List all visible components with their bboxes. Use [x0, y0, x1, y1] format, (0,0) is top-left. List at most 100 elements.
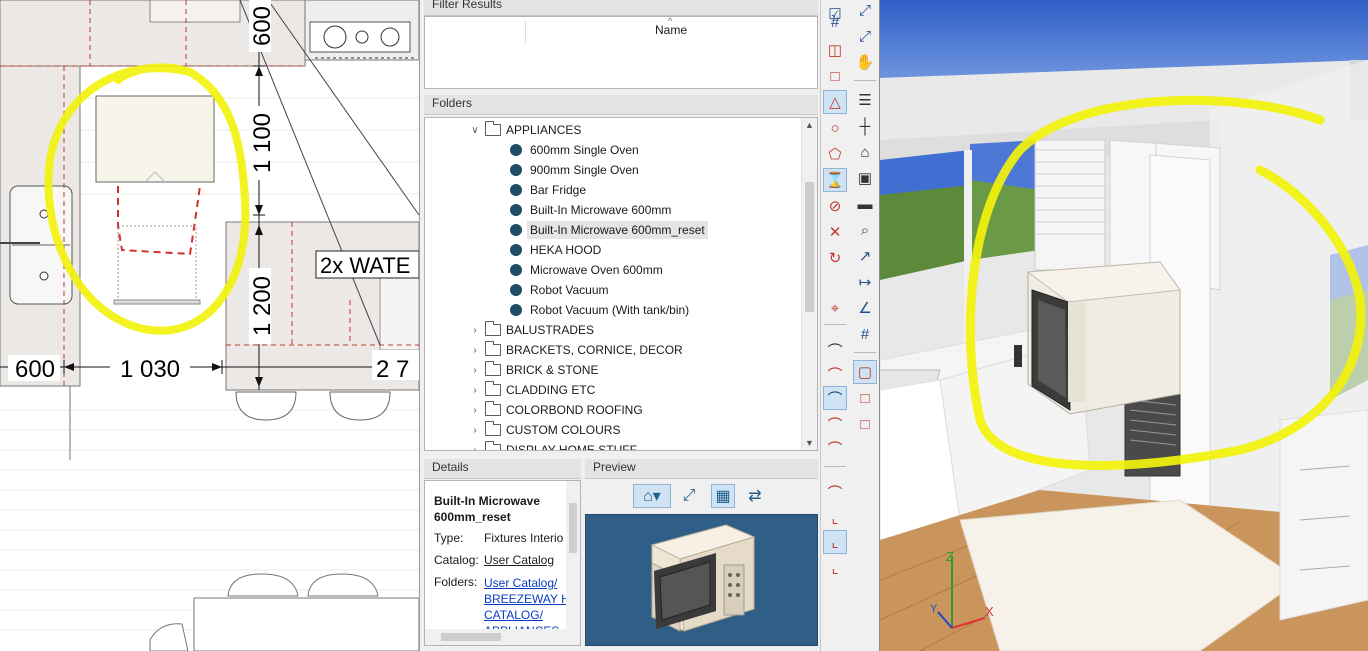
floor-plan-view[interactable]: 600 1 100 1 200 600 1 030 2 7 2x WATE	[0, 0, 419, 651]
chevron-right-icon[interactable]: ›	[469, 425, 481, 436]
diagonal-tool-button[interactable]: ↗	[853, 244, 877, 268]
snap-tool-button[interactable]: ┼	[853, 114, 877, 138]
camera-view-button[interactable]: ⌂▾	[633, 484, 671, 508]
cross-tool-button[interactable]: ✕	[823, 220, 847, 244]
tree-folder[interactable]: › CLADDING ETC	[469, 380, 595, 400]
line-weight-button[interactable]: ▬	[853, 192, 877, 216]
layers-tool-button[interactable]: ☰	[853, 88, 877, 112]
select-tool-3-button[interactable]: □	[853, 412, 877, 436]
filter-results-list[interactable]: ^ Name	[424, 16, 818, 89]
spiral-tool-button[interactable]: ⌒	[823, 480, 847, 504]
tree-item[interactable]: 900mm Single Oven	[510, 160, 639, 180]
chevron-down-icon[interactable]: ∨	[469, 125, 481, 136]
scroll-down-icon[interactable]: ▼	[805, 438, 814, 448]
pan-tool-button[interactable]: ✋	[853, 50, 877, 74]
toolbar-separator	[854, 80, 876, 81]
grid-icon: #	[860, 325, 870, 343]
fill-window-button[interactable]: ⤢	[677, 484, 701, 508]
no-entry-tool-button[interactable]: ⊘	[823, 194, 847, 218]
chevron-right-icon[interactable]: ›	[469, 345, 481, 356]
arc-tool-2-button[interactable]: ⌒	[823, 362, 847, 386]
chevron-right-icon[interactable]: ›	[469, 385, 481, 396]
triangle-tool-button[interactable]: △	[823, 90, 847, 114]
corner-icon: ⌞	[831, 510, 839, 527]
details-type-label: Type:	[434, 531, 464, 545]
tree-item[interactable]: Robot Vacuum (With tank/bin)	[510, 300, 689, 320]
bevel-tool-button[interactable]: ⌞	[823, 530, 847, 554]
circle-tool-button[interactable]: ○	[823, 116, 847, 140]
tree-item[interactable]: Built-In Microwave 600mm	[510, 200, 671, 220]
camera-tool-button[interactable]: ⌂	[853, 140, 877, 164]
preview-mode-button[interactable]: ▦	[711, 484, 735, 508]
details-catalog-link[interactable]: User Catalog	[484, 553, 554, 567]
details-catalog-row: Catalog: User Catalog	[434, 553, 554, 567]
tree-folder[interactable]: › BRICK & STONE	[469, 360, 598, 380]
folders-header: Folders	[424, 95, 818, 115]
tree-item-selected[interactable]: Built-In Microwave 600mm_reset	[510, 220, 708, 240]
grid-snap-button[interactable]: #	[853, 322, 877, 346]
target-tool-button[interactable]: ⌖	[823, 296, 847, 320]
find-tool-button[interactable]: ⌕	[853, 218, 877, 242]
tree-folder[interactable]: › BRACKETS, CORNICE, DECOR	[469, 340, 683, 360]
select-tool-button[interactable]: ▢	[853, 360, 877, 384]
polygon-tool-button[interactable]: ⬠	[823, 142, 847, 166]
folders-tree[interactable]: ∨ APPLIANCES 600mm Single Oven 900mm Sin…	[424, 117, 818, 451]
folders-scrollbar[interactable]: ▲ ▼	[801, 118, 817, 450]
details-vertical-scrollbar[interactable]	[566, 481, 580, 629]
tree-item[interactable]: Bar Fridge	[510, 180, 586, 200]
tree-folder[interactable]: › COLORBOND ROOFING	[469, 400, 643, 420]
hourglass-tool-button[interactable]: ⌛	[823, 168, 847, 192]
toolbar-separator	[854, 352, 876, 353]
3d-camera-view[interactable]: Z X Y	[880, 0, 1368, 651]
tree-folder-label: BRACKETS, CORNICE, DECOR	[506, 343, 683, 357]
tree-item[interactable]: 600mm Single Oven	[510, 140, 639, 160]
edge-tool-button[interactable]: ⌞	[823, 556, 847, 580]
tree-folder[interactable]: › CUSTOM COLOURS	[469, 420, 620, 440]
corner-tool-button[interactable]: ⌞	[823, 506, 847, 530]
angle-tool-button[interactable]: ∠	[853, 296, 877, 320]
scrollbar-thumb[interactable]	[569, 503, 577, 553]
refresh-preview-button[interactable]: ⇄	[743, 484, 767, 508]
chevron-right-icon[interactable]: ›	[469, 405, 481, 416]
curve-tool-2-button[interactable]: ⌒	[823, 436, 847, 460]
split-tool-button[interactable]: ◫	[823, 38, 847, 62]
fill-window-tool-button[interactable]: ⤢	[853, 0, 877, 22]
scroll-up-icon[interactable]: ▲	[805, 120, 814, 130]
column-separator[interactable]	[525, 21, 526, 43]
chevron-right-icon[interactable]: ›	[469, 325, 481, 336]
select-box-icon: □	[860, 389, 870, 407]
tree-folder[interactable]: › BALUSTRADES	[469, 320, 594, 340]
preview-header: Preview	[585, 459, 818, 479]
rectangle-tool-button[interactable]: □	[823, 64, 847, 88]
curve-tool-button[interactable]: ⌒	[823, 412, 847, 436]
tree-item[interactable]: Microwave Oven 600mm	[510, 260, 663, 280]
grid-tool-button[interactable]: #	[823, 10, 847, 34]
select-tool-2-button[interactable]: □	[853, 386, 877, 410]
plan-label-water: 2x WATE	[320, 253, 410, 278]
curve-icon: ⌒	[827, 416, 843, 434]
arc-tool-button[interactable]: ⌒	[823, 338, 847, 362]
arc-tool-3-button[interactable]: ⌒	[823, 386, 847, 410]
arc-check-icon: ⌒	[827, 390, 843, 408]
details-horizontal-scrollbar[interactable]	[425, 629, 580, 645]
details-folder-link[interactable]: User Catalog/	[484, 575, 579, 591]
name-column-header[interactable]: ^ Name	[655, 16, 687, 37]
scrollbar-thumb[interactable]	[805, 182, 814, 312]
scrollbar-thumb[interactable]	[441, 633, 501, 641]
tree-folder[interactable]: › DISPLAY HOME STUFF	[469, 440, 637, 451]
chevron-right-icon[interactable]: ›	[469, 365, 481, 376]
frame-tool-button[interactable]: ▣	[853, 166, 877, 190]
axis-z-label: Z	[946, 549, 954, 564]
dimension-tool-button[interactable]: ↦	[853, 270, 877, 294]
zoom-extents-button[interactable]: ⤢	[853, 24, 877, 48]
folder-icon	[485, 321, 501, 336]
rotate-tool-button[interactable]: ↻	[823, 246, 847, 270]
details-folder-link[interactable]: BREEZEWAY HO	[484, 591, 579, 607]
details-folder-link[interactable]: CATALOG/	[484, 607, 579, 623]
tree-item[interactable]: Robot Vacuum	[510, 280, 609, 300]
tree-item-label: Microwave Oven 600mm	[530, 263, 663, 277]
tree-item[interactable]: HEKA HOOD	[510, 240, 601, 260]
preview-viewport[interactable]	[585, 514, 818, 646]
chevron-right-icon[interactable]: ›	[469, 445, 481, 451]
tree-folder-appliances[interactable]: ∨ APPLIANCES	[469, 120, 581, 140]
